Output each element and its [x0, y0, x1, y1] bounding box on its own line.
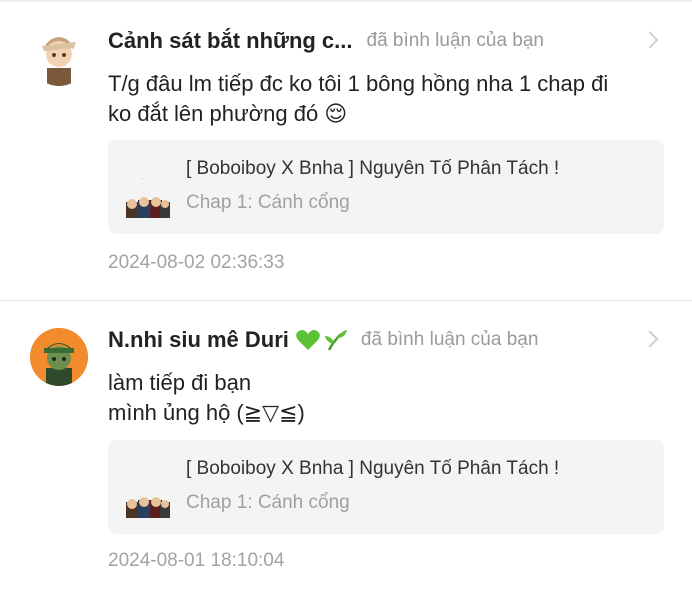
chevron-right-icon[interactable] [641, 330, 659, 348]
username[interactable]: Cảnh sát bắt những c... [108, 28, 353, 54]
story-cover-image [122, 458, 174, 522]
username[interactable]: N.nhi siu mê Duri [108, 327, 289, 353]
story-card[interactable]: [ Boboiboy X Bnha ] Nguyên Tố Phân Tách … [108, 440, 664, 534]
green-heart-icon [296, 330, 320, 350]
story-card[interactable]: [ Boboiboy X Bnha ] Nguyên Tố Phân Tách … [108, 140, 664, 234]
comment-header: N.nhi siu mê Duri đã bình luận của bạn [108, 325, 538, 355]
story-chapter: Chap 1: Cánh cổng [186, 492, 350, 513]
avatar[interactable] [30, 328, 88, 386]
comment-notification-1[interactable]: Cảnh sát bắt những c... đã bình luận của… [0, 0, 692, 300]
story-chapter: Chap 1: Cánh cổng [186, 192, 350, 213]
comment-header: Cảnh sát bắt những c... đã bình luận của… [108, 26, 544, 56]
story-title: [ Boboiboy X Bnha ] Nguyên Tố Phân Tách … [186, 158, 560, 179]
action-text: đã bình luận của bạn [360, 329, 539, 350]
comment-notification-2[interactable]: N.nhi siu mê Duri đã bình luận của bạn l… [0, 300, 692, 600]
comment-text: T/g đâu lm tiếp đc ko tôi 1 bông hồng nh… [108, 71, 609, 126]
comment-text: làm tiếp đi bạn mình ủng hộ (≧▽≦) [108, 370, 305, 425]
action-text: đã bình luận của bạn [366, 30, 545, 51]
timestamp: 2024-08-01 18:10:04 [108, 550, 285, 571]
timestamp: 2024-08-02 02:36:33 [108, 252, 285, 273]
chevron-right-icon[interactable] [641, 31, 659, 49]
avatar[interactable] [30, 28, 88, 86]
story-cover-image [122, 158, 174, 222]
username-emoji [295, 328, 347, 352]
story-title: [ Boboiboy X Bnha ] Nguyên Tố Phân Tách … [186, 458, 560, 479]
seedling-icon [324, 330, 347, 351]
